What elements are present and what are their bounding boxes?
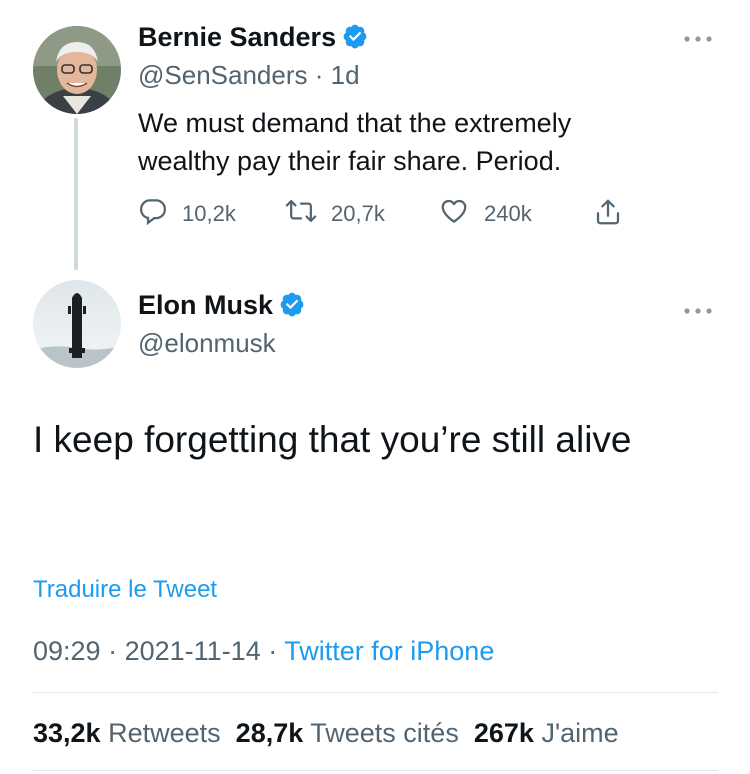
divider — [33, 770, 718, 771]
tweet-date[interactable]: 2021-11-14 — [125, 636, 261, 666]
reply-author-name-row[interactable]: Elon Musk — [138, 290, 305, 324]
likes-stat[interactable]: 267k J'aime — [474, 718, 619, 748]
quote-tweets-label: Tweets cités — [310, 718, 459, 748]
reply-count: 10,2k — [182, 201, 236, 226]
quoted-author-name[interactable]: Bernie Sanders — [138, 22, 336, 52]
tweet-meta: 09:29 · 2021-11-14 · Twitter for iPhone — [33, 636, 494, 667]
reply-handle[interactable]: @elonmusk — [138, 328, 276, 359]
quoted-tweet-text: We must demand that the extremely wealth… — [138, 108, 572, 176]
quoted-handle-row: @SenSanders · 1d — [138, 60, 360, 91]
quote-tweets-count: 28,7k — [235, 718, 304, 748]
tweet-stats: 33,2k Retweets 28,7k Tweets cités 267k J… — [33, 718, 619, 749]
retweets-count: 33,2k — [33, 718, 101, 748]
avatar-image — [33, 280, 121, 368]
reply-action[interactable]: 10,2k — [138, 196, 236, 232]
like-count: 240k — [484, 201, 532, 226]
retweet-action[interactable]: 20,7k — [285, 196, 385, 232]
avatar-bernie-sanders[interactable] — [33, 26, 121, 114]
quoted-time[interactable]: 1d — [331, 60, 360, 90]
retweets-stat[interactable]: 33,2k Retweets — [33, 718, 221, 748]
separator-dot: · — [314, 60, 324, 90]
retweet-count: 20,7k — [331, 201, 385, 226]
retweets-label: Retweets — [108, 718, 221, 748]
tweet-time[interactable]: 09:29 — [33, 636, 101, 666]
reply-icon — [138, 196, 168, 232]
more-icon[interactable] — [682, 24, 714, 50]
reply-author-name[interactable]: Elon Musk — [138, 290, 273, 320]
likes-label: J'aime — [541, 718, 619, 748]
divider — [33, 692, 718, 693]
quote-tweets-stat[interactable]: 28,7k Tweets cités — [236, 718, 459, 748]
more-icon[interactable] — [682, 296, 714, 322]
separator-dot: · — [108, 636, 118, 666]
thread-connector-line — [74, 118, 78, 270]
separator-dot: · — [268, 636, 278, 666]
translate-tweet-link[interactable]: Traduire le Tweet — [33, 576, 217, 604]
share-icon — [593, 196, 623, 234]
verified-badge-icon — [342, 23, 368, 56]
heart-icon — [438, 196, 470, 232]
quoted-author-name-row[interactable]: Bernie Sanders — [138, 22, 368, 56]
verified-badge-icon — [279, 291, 305, 324]
quoted-handle[interactable]: @SenSanders — [138, 60, 308, 90]
reply-tweet-text: I keep forgetting that you’re still aliv… — [33, 419, 632, 460]
avatar-image — [33, 26, 121, 114]
share-action[interactable] — [593, 196, 623, 234]
retweet-icon — [285, 196, 317, 232]
avatar-elon-musk[interactable] — [33, 280, 121, 368]
tweet-source-link[interactable]: Twitter for iPhone — [284, 636, 494, 666]
like-action[interactable]: 240k — [438, 196, 532, 232]
likes-count: 267k — [473, 718, 534, 748]
